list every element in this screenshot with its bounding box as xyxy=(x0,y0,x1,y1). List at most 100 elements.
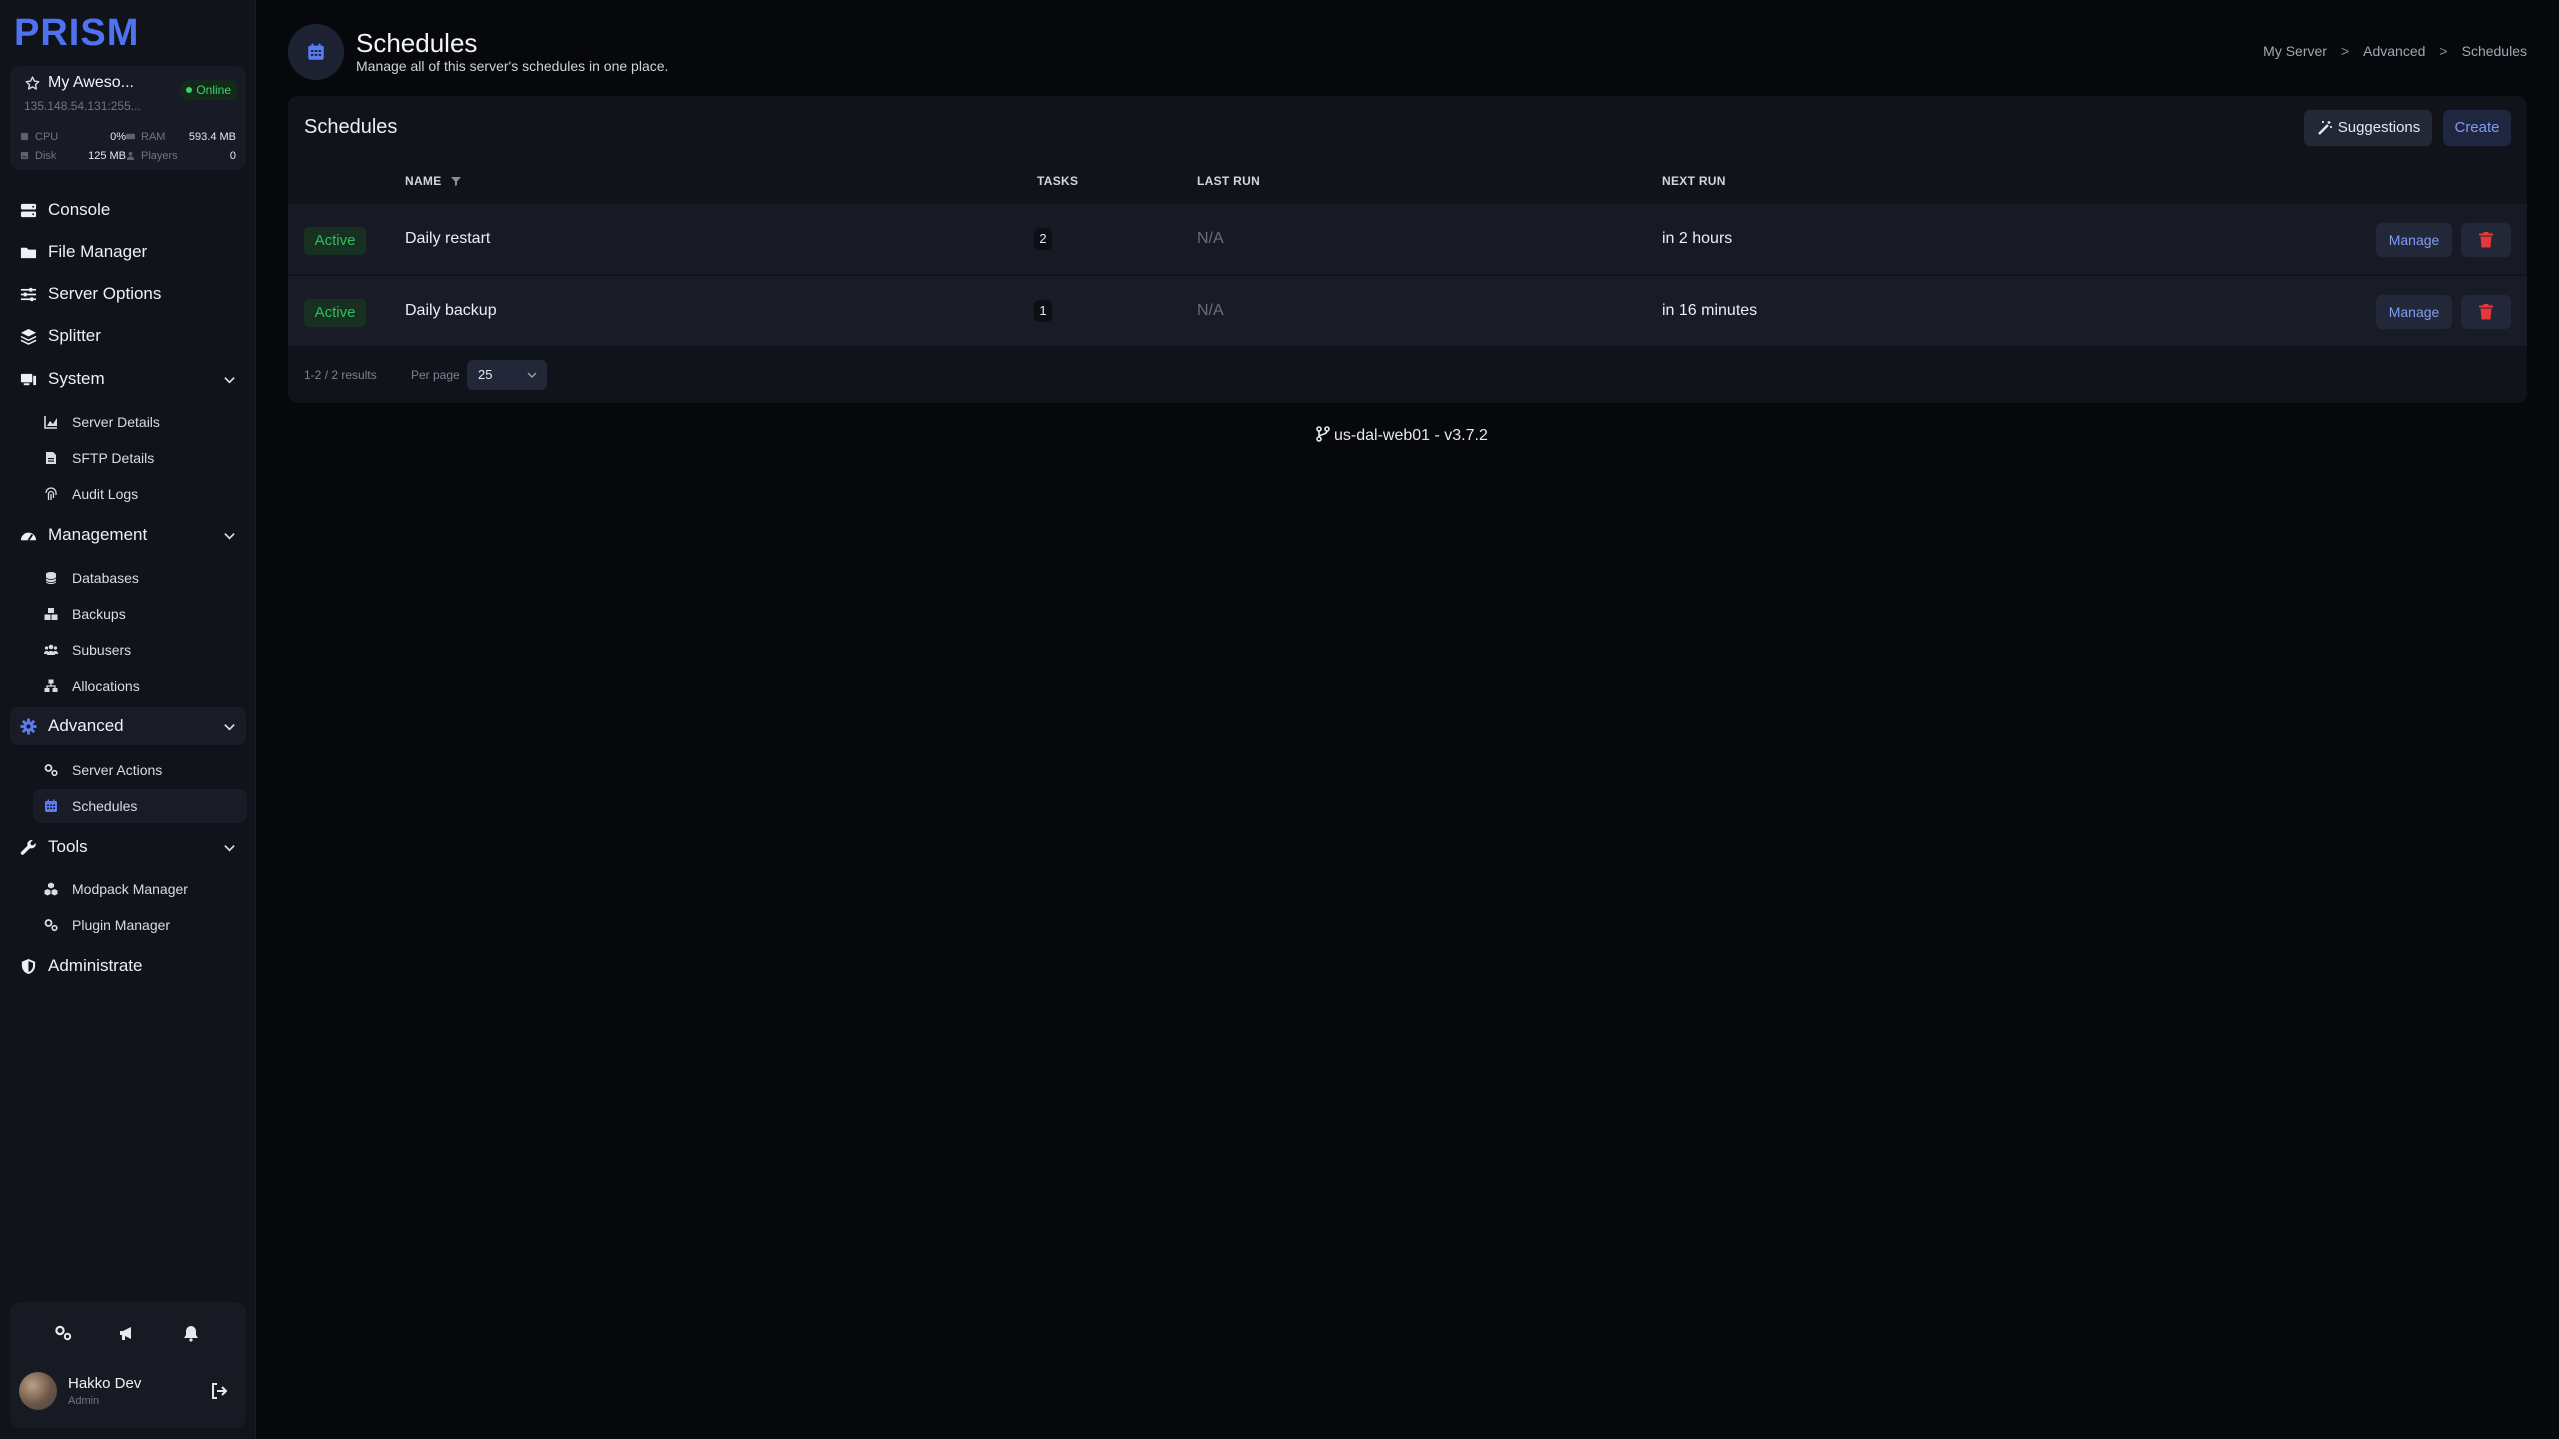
pagination-info: 1-2 / 2 results xyxy=(304,368,377,382)
megaphone-icon[interactable] xyxy=(118,1324,136,1342)
disk-stat: Disk xyxy=(20,149,56,163)
prism-logo[interactable]: PRISM xyxy=(14,12,150,52)
network-icon xyxy=(44,679,58,692)
sidebar-item-server-actions[interactable]: Server Actions xyxy=(33,753,247,787)
sidebar-item-allocations[interactable]: Allocations xyxy=(33,669,247,703)
chevron-down-icon[interactable] xyxy=(223,720,236,733)
sidebar-item-tools[interactable]: Tools xyxy=(10,828,246,866)
table-row[interactable]: Active Daily restart 2 N/A in 2 hours Ma… xyxy=(288,204,2527,274)
schedule-name[interactable]: Daily backup xyxy=(405,276,497,346)
cogs-icon xyxy=(44,764,58,777)
status-badge: Online xyxy=(180,80,238,100)
sidebar-item-management[interactable]: Management xyxy=(10,516,246,554)
boxes-icon xyxy=(44,608,58,620)
per-page-select[interactable]: 25 xyxy=(467,360,547,390)
cubes-icon xyxy=(44,882,58,896)
sidebar-item-label: Server Options xyxy=(48,284,162,303)
sidebar-item-label: Management xyxy=(48,525,148,544)
chevron-down-icon[interactable] xyxy=(223,529,236,542)
sidebar-item-modpack-manager[interactable]: Modpack Manager xyxy=(33,872,247,906)
manage-button[interactable]: Manage xyxy=(2376,223,2452,257)
ram-stat: RAM xyxy=(126,130,165,144)
create-button[interactable]: Create xyxy=(2443,110,2511,146)
sidebar-item-plugin-manager[interactable]: Plugin Manager xyxy=(33,908,247,942)
last-run: N/A xyxy=(1197,302,1224,319)
avatar[interactable] xyxy=(19,1372,57,1410)
svg-text:PRISM: PRISM xyxy=(14,12,139,52)
next-run: in 2 hours xyxy=(1662,230,1733,247)
server-name: My Aweso... xyxy=(48,74,134,91)
sidebar-item-label: System xyxy=(48,369,105,388)
delete-button[interactable] xyxy=(2461,223,2511,257)
cpu-icon xyxy=(20,132,29,141)
trash-icon xyxy=(2479,232,2493,248)
sidebar-item-label: Subusers xyxy=(72,642,132,658)
sidebar-item-backups[interactable]: Backups xyxy=(33,597,247,631)
sidebar-item-label: Allocations xyxy=(72,678,140,694)
server-card[interactable]: My Aweso... Online 135.148.54.131:255...… xyxy=(10,66,246,170)
server-ip: 135.148.54.131:255... xyxy=(24,99,141,113)
gear-icon xyxy=(20,718,37,735)
table-row[interactable]: Active Daily backup 1 N/A in 16 minutes … xyxy=(288,276,2527,346)
chevron-down-icon xyxy=(527,372,537,378)
bell-icon[interactable] xyxy=(182,1324,200,1342)
sidebar-item-label: Administrate xyxy=(48,956,143,975)
sidebar-item-server-details[interactable]: Server Details xyxy=(33,405,247,439)
breadcrumb-advanced[interactable]: Advanced xyxy=(2363,43,2425,59)
manage-button[interactable]: Manage xyxy=(2376,295,2452,329)
star-icon[interactable] xyxy=(24,75,41,92)
user-panel: Hakko Dev Admin xyxy=(10,1302,246,1428)
shield-icon xyxy=(21,958,36,975)
cogs-icon xyxy=(44,919,58,932)
sidebar-item-label: Server Details xyxy=(72,414,160,430)
sidebar-item-administrate[interactable]: Administrate xyxy=(10,947,246,985)
column-header-last-run: LAST RUN xyxy=(1197,174,1261,188)
sidebar-item-file-manager[interactable]: File Manager xyxy=(10,233,246,271)
sidebar-item-advanced[interactable]: Advanced xyxy=(10,707,246,745)
sort-icon[interactable] xyxy=(451,176,461,186)
sidebar-item-label: Console xyxy=(48,200,111,219)
chevron-down-icon[interactable] xyxy=(223,373,236,386)
sidebar-item-label: Schedules xyxy=(72,798,138,814)
sidebar-item-splitter[interactable]: Splitter xyxy=(10,317,246,355)
users-icon xyxy=(44,644,58,655)
column-header-next-run: NEXT RUN xyxy=(1662,174,1726,188)
column-header-name[interactable]: NAME xyxy=(405,174,442,188)
sidebar-item-subusers[interactable]: Subusers xyxy=(33,633,247,667)
sidebar-item-sftp-details[interactable]: SFTP Details xyxy=(33,441,247,475)
sidebar-item-server-options[interactable]: Server Options xyxy=(10,275,246,313)
disk-value: 125 MB xyxy=(88,150,126,162)
players-icon xyxy=(126,151,135,160)
cogs-icon[interactable] xyxy=(54,1324,72,1342)
sidebar-item-label: Advanced xyxy=(48,716,124,735)
schedule-name[interactable]: Daily restart xyxy=(405,204,490,274)
logout-icon[interactable] xyxy=(210,1382,228,1400)
breadcrumb-my-server[interactable]: My Server xyxy=(2263,43,2327,59)
sidebar-item-label: Modpack Manager xyxy=(72,881,188,897)
sidebar-item-console[interactable]: Console xyxy=(10,191,246,229)
calendar-icon xyxy=(45,799,57,812)
folder-icon xyxy=(20,247,37,259)
next-run: in 16 minutes xyxy=(1662,302,1758,319)
sidebar-item-system[interactable]: System xyxy=(10,360,246,398)
players-stat: Players xyxy=(126,149,178,163)
sidebar-item-label: Databases xyxy=(72,570,139,586)
sidebar-item-label: File Manager xyxy=(48,242,148,261)
sidebar-item-label: Backups xyxy=(72,606,126,622)
sidebar-item-label: Tools xyxy=(48,837,88,856)
chevron-down-icon[interactable] xyxy=(223,841,236,854)
wrench-icon xyxy=(20,840,36,855)
suggestions-button[interactable]: Suggestions xyxy=(2304,110,2432,146)
sidebar-item-databases[interactable]: Databases xyxy=(33,561,247,595)
status-badge: Active xyxy=(304,227,366,255)
sliders-icon xyxy=(20,287,37,302)
task-count: 2 xyxy=(1034,228,1052,250)
sidebar-item-audit-logs[interactable]: Audit Logs xyxy=(33,477,247,511)
delete-button[interactable] xyxy=(2461,295,2511,329)
sidebar-item-schedules[interactable]: Schedules xyxy=(33,789,247,823)
gauge-icon xyxy=(20,532,37,541)
file-icon xyxy=(46,452,56,464)
code-branch-icon xyxy=(1316,426,1330,442)
cpu-value: 0% xyxy=(110,131,126,143)
page-title: Schedules xyxy=(356,28,478,58)
